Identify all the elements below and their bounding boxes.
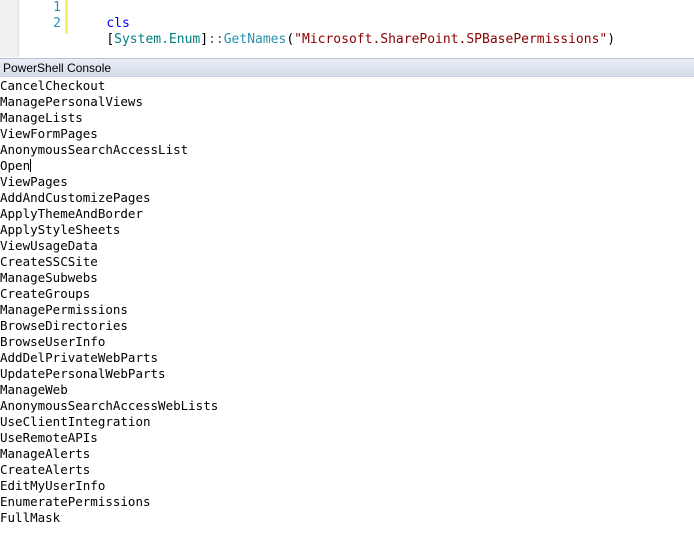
console-output-line: AnonymousSearchAccessList bbox=[0, 142, 189, 157]
console-output-line: ViewPages bbox=[0, 174, 68, 189]
console-output-line: BrowseUserInfo bbox=[0, 334, 106, 349]
console-output-line: EditMyUserInfo bbox=[0, 478, 106, 493]
console-output-line: AddAndCustomizePages bbox=[0, 190, 151, 205]
console-output-line: AddDelPrivateWebParts bbox=[0, 350, 159, 365]
console-output-line: ApplyThemeAndBorder bbox=[0, 206, 143, 221]
code-token-paren: ) bbox=[607, 32, 616, 47]
code-token-bracket: ] bbox=[200, 32, 209, 47]
console-output-text: Open bbox=[0, 158, 31, 173]
console-output-line: CreateSSCSite bbox=[0, 254, 98, 269]
console-output-line: CancelCheckout bbox=[0, 78, 106, 93]
editor-margin bbox=[0, 0, 18, 57]
code-token-bracket: [ bbox=[106, 32, 115, 47]
console-output-line: UseClientIntegration bbox=[0, 414, 151, 429]
code-token-operator: :: bbox=[208, 32, 224, 47]
console-output-line: FullMask bbox=[0, 510, 61, 525]
console-output-list: CancelCheckout ManagePersonalViews Manag… bbox=[0, 78, 694, 526]
console-output-line: ManageWeb bbox=[0, 382, 68, 397]
code-token-method: GetNames bbox=[223, 32, 287, 47]
console-pane-header: PowerShell Console bbox=[0, 58, 694, 77]
console-output-line: ApplyStyleSheets bbox=[0, 222, 121, 237]
console-output-line: AnonymousSearchAccessWebLists bbox=[0, 398, 219, 413]
console-output-line: UseRemoteAPIs bbox=[0, 430, 98, 445]
console-output-line: CreateAlerts bbox=[0, 462, 91, 477]
code-token-type: System.Enum bbox=[114, 32, 201, 47]
code-line-2[interactable]: [System.Enum]::GetNames("Microsoft.Share… bbox=[75, 16, 615, 64]
console-output-pane[interactable]: CancelCheckout ManagePersonalViews Manag… bbox=[0, 78, 694, 536]
script-editor[interactable]: 1 2 cls [System.Enum]::GetNames("Microso… bbox=[0, 0, 694, 57]
code-token-paren: ( bbox=[286, 32, 295, 47]
line-number: 2 bbox=[53, 16, 61, 31]
line-number-gutter: 1 2 bbox=[19, 0, 61, 57]
text-cursor bbox=[30, 159, 32, 172]
console-output-line: EnumeratePermissions bbox=[0, 494, 151, 509]
console-output-line: ManagePersonalViews bbox=[0, 94, 143, 109]
code-token-string: "Microsoft.SharePoint.SPBasePermissions" bbox=[294, 32, 608, 47]
console-output-line: ManagePermissions bbox=[0, 302, 128, 317]
console-output-line: UpdatePersonalWebParts bbox=[0, 366, 166, 381]
changed-lines-indicator bbox=[65, 0, 68, 34]
console-output-line: ViewUsageData bbox=[0, 238, 98, 253]
console-output-line: ManageAlerts bbox=[0, 446, 91, 461]
console-title: PowerShell Console bbox=[3, 61, 112, 75]
console-output-line: BrowseDirectories bbox=[0, 318, 128, 333]
console-output-line: ManageSubwebs bbox=[0, 270, 98, 285]
console-output-line: ViewFormPages bbox=[0, 126, 98, 141]
console-output-line: ManageLists bbox=[0, 110, 83, 125]
console-output-line: CreateGroups bbox=[0, 286, 91, 301]
line-number: 1 bbox=[53, 0, 61, 15]
console-output-line-with-caret: Open bbox=[0, 158, 694, 174]
